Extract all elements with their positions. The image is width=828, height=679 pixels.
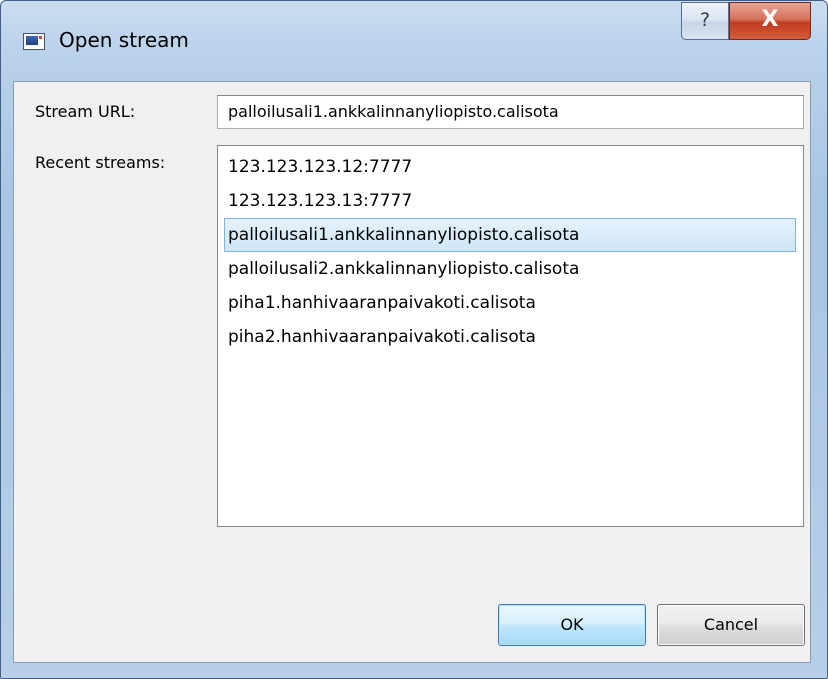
stream-url-label: Stream URL: <box>35 102 136 121</box>
recent-stream-item[interactable]: palloilusali2.ankkalinnanyliopisto.calis… <box>224 252 796 286</box>
cancel-button[interactable]: Cancel <box>657 604 805 646</box>
application-window-icon <box>23 33 45 50</box>
ok-button[interactable]: OK <box>498 604 646 646</box>
close-button[interactable]: X <box>729 2 811 40</box>
recent-stream-item[interactable]: piha1.hanhivaaranpaivakoti.calisota <box>224 286 796 320</box>
recent-stream-item[interactable]: piha2.hanhivaaranpaivakoti.calisota <box>224 320 796 354</box>
open-stream-dialog: Open stream ? X Stream URL: palloilusali… <box>0 0 828 679</box>
recent-streams-list[interactable]: 123.123.123.12:7777 123.123.123.13:7777 pa… <box>217 145 804 527</box>
title-bar[interactable]: Open stream ? X <box>1 1 827 81</box>
dialog-body: Stream URL: palloilusali1.ankkalinnanyli… <box>13 81 811 663</box>
help-button[interactable]: ? <box>681 2 729 40</box>
recent-stream-item[interactable]: 123.123.123.12:7777 <box>224 150 796 184</box>
recent-stream-item[interactable]: 123.123.123.13:7777 <box>224 184 796 218</box>
window-title: Open stream <box>59 28 189 52</box>
stream-url-input[interactable]: palloilusali1.ankkalinnanyliopisto.calis… <box>217 95 804 129</box>
recent-streams-label: Recent streams: <box>35 153 166 172</box>
recent-stream-item[interactable]: palloilusali1.ankkalinnanyliopisto.calis… <box>224 218 796 252</box>
